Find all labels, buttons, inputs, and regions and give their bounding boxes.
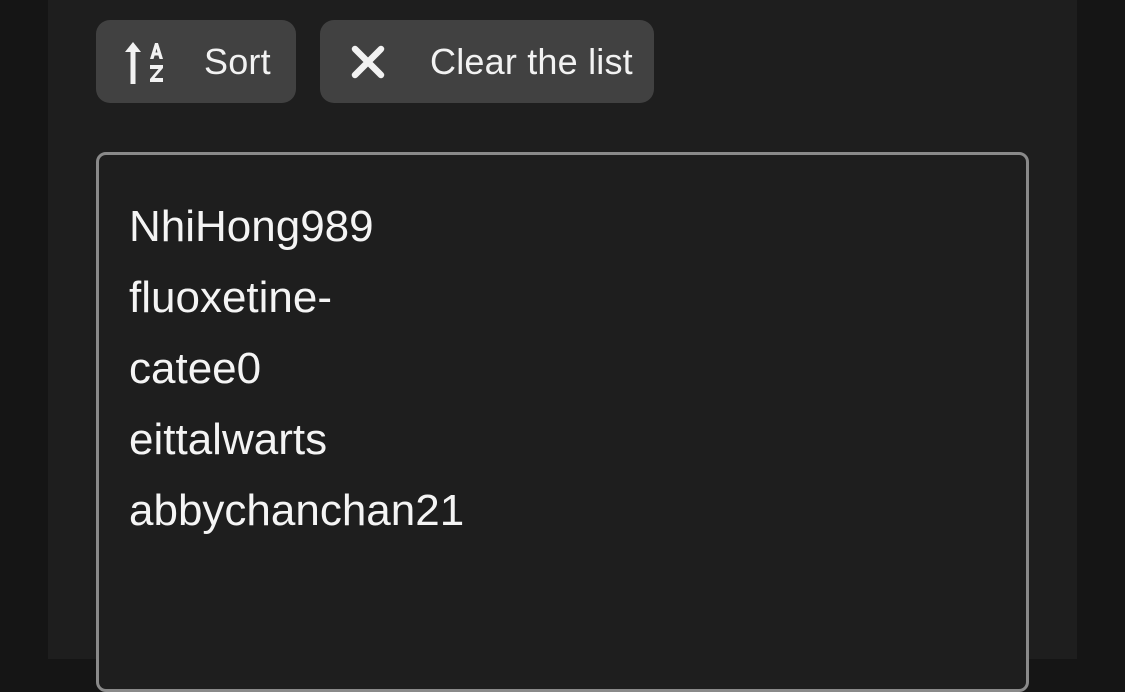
list-item: NhiHong989: [129, 202, 374, 251]
list-item: eittalwarts: [129, 415, 328, 464]
close-icon: [348, 42, 388, 82]
clear-list-button[interactable]: Clear the list: [320, 20, 654, 103]
sort-alpha-asc-icon: [122, 38, 166, 86]
clear-list-button-label: Clear the list: [430, 40, 633, 82]
sort-button-label: Sort: [204, 40, 271, 82]
toolbar: Sort Clear the list: [96, 20, 654, 103]
sort-button[interactable]: Sort: [96, 20, 296, 103]
list-item: fluoxetine-: [129, 273, 333, 322]
list-item: catee0: [129, 344, 262, 393]
names-textarea[interactable]: NhiHong989 fluoxetine- catee0 eittalwart…: [96, 152, 1029, 692]
list-item: abbychanchan21: [129, 486, 465, 535]
